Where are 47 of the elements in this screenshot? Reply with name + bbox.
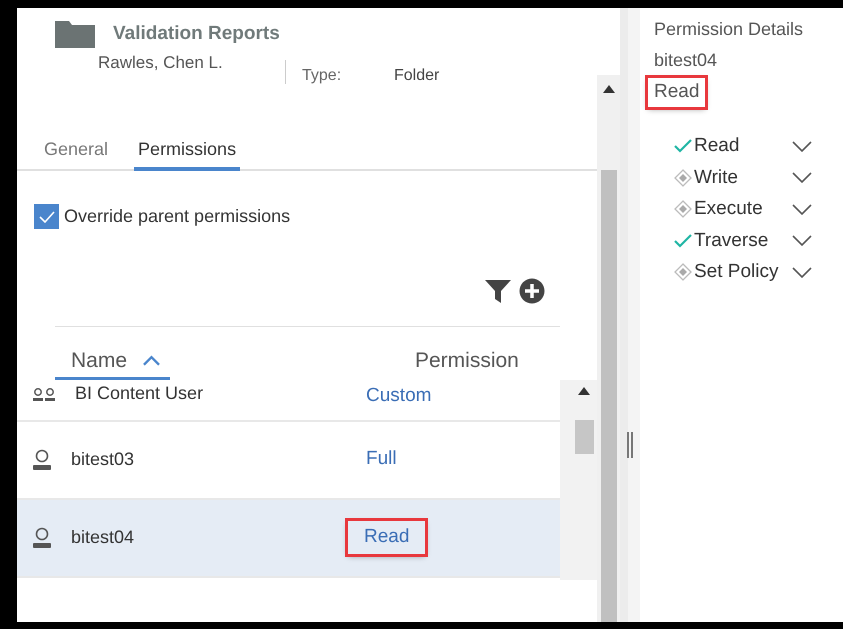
permission-link[interactable]: Full (360, 443, 403, 476)
permission-label: Set Policy (694, 260, 780, 284)
check-icon (38, 210, 54, 222)
user-icon (33, 448, 51, 470)
sort-ascending-icon (143, 355, 160, 366)
scroll-up-icon[interactable] (603, 85, 615, 93)
permission-link[interactable]: Read (348, 521, 426, 554)
chevron-down-icon[interactable] (792, 235, 812, 246)
table-row[interactable]: bitest04 Read (17, 500, 560, 578)
scrollbar[interactable] (597, 75, 620, 622)
permission-label: Write (694, 166, 739, 190)
folder-title: Validation Reports (113, 22, 280, 46)
override-label: Override parent permissions (64, 205, 290, 228)
splitter-handle[interactable] (627, 432, 633, 458)
type-label: Type: (302, 66, 342, 86)
permission-link[interactable]: Custom (360, 380, 438, 412)
type-value: Folder (394, 66, 440, 86)
chevron-down-icon[interactable] (792, 266, 812, 278)
scrollbar-thumb[interactable] (601, 170, 617, 622)
column-header[interactable]: Name (55, 345, 170, 380)
column-label: Permission (415, 349, 519, 372)
user-name: BI Content User (75, 382, 204, 404)
permission-label: Read (694, 134, 740, 158)
details-user: bitest04 (654, 49, 718, 72)
tab[interactable]: Permissions (134, 136, 240, 171)
owner-name: Rawles, Chen L. (98, 52, 224, 74)
override-checkbox[interactable] (34, 204, 59, 229)
user-name: bitest04 (71, 526, 134, 549)
chevron-down-icon[interactable] (792, 140, 812, 152)
folder-icon (55, 20, 95, 48)
permission-label: Traverse (694, 228, 770, 252)
filter-icon[interactable] (485, 278, 511, 304)
user-name: bitest03 (71, 448, 134, 471)
permission-label: Execute (694, 197, 764, 221)
table-row[interactable]: BI Content User Custom (17, 380, 560, 422)
add-icon[interactable] (519, 278, 545, 304)
scroll-up-icon[interactable] (578, 386, 590, 394)
scrollbar-thumb[interactable] (575, 420, 594, 454)
details-title: Permission Details (654, 18, 804, 41)
user-icon (33, 526, 51, 548)
tab[interactable]: General (40, 136, 112, 171)
chevron-down-icon[interactable] (792, 172, 812, 184)
column-label: Name (71, 348, 128, 374)
column-header[interactable]: Permission (415, 345, 519, 380)
scrollbar[interactable] (560, 380, 597, 580)
chevron-down-icon[interactable] (792, 204, 812, 215)
details-permission: Read (648, 78, 706, 106)
